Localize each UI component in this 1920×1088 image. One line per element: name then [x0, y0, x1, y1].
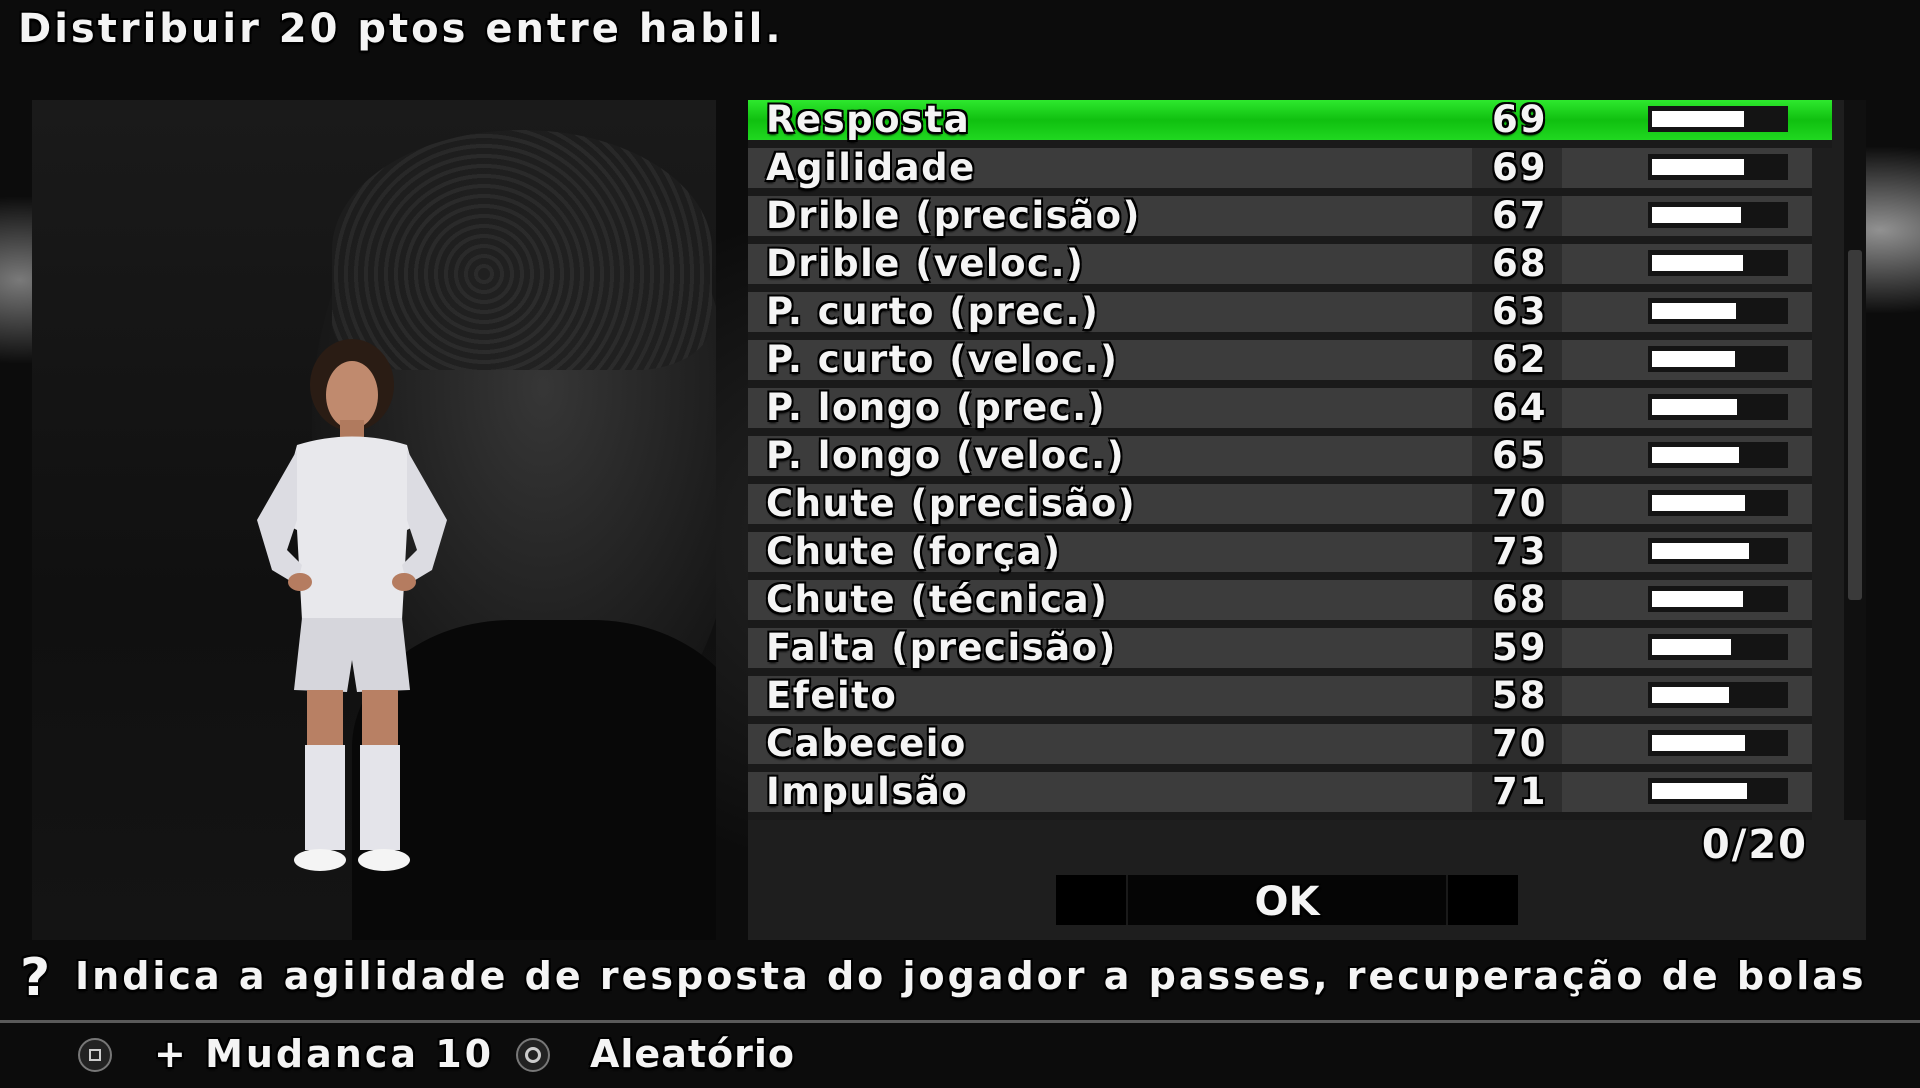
stat-bar-fill [1652, 495, 1745, 511]
stat-bar [1648, 730, 1788, 756]
stat-label: P. longo (veloc.) [766, 434, 1126, 477]
player-portrait-panel [32, 100, 716, 940]
stat-bar-fill [1652, 159, 1744, 175]
stat-value: 70 [1492, 482, 1548, 525]
stat-row[interactable]: Drible (veloc.) 68 [748, 242, 1812, 292]
stat-label: Agilidade [766, 146, 976, 189]
stat-bar-fill [1652, 735, 1745, 751]
stat-value: 68 [1492, 242, 1548, 285]
stat-label: Chute (técnica) [766, 578, 1109, 621]
circle-button-icon[interactable] [516, 1038, 550, 1072]
stat-bar [1648, 394, 1788, 420]
stat-row[interactable]: Drible (precisão) 67 [748, 194, 1812, 244]
stat-row[interactable]: Cabeceio 70 [748, 722, 1812, 772]
stat-bar-fill [1652, 255, 1743, 271]
stat-row[interactable]: Efeito 58 [748, 674, 1812, 724]
stats-list: Resposta 69 Agilidade 69 Drible (precisão) 67… [748, 100, 1844, 820]
stat-value: 58 [1492, 674, 1548, 717]
stat-row[interactable]: Impulsão 71 [748, 770, 1812, 820]
stat-row[interactable]: P. curto (veloc.) 62 [748, 338, 1812, 388]
stat-label: Falta (precisão) [766, 626, 1117, 669]
stat-bar [1648, 490, 1788, 516]
stat-bar-fill [1652, 351, 1735, 367]
stat-bar-fill [1652, 207, 1741, 223]
help-text: Indica a agilidade de resposta do jogado… [75, 954, 1880, 998]
controls-footer: + Mudanca 10 Aleatório [0, 1028, 1920, 1088]
stat-label: Drible (veloc.) [766, 242, 1085, 285]
stat-bar-fill [1652, 447, 1739, 463]
stat-bar-fill [1652, 399, 1737, 415]
stat-row[interactable]: Chute (força) 73 [748, 530, 1812, 580]
stat-row[interactable]: Chute (técnica) 68 [748, 578, 1812, 628]
stat-label: Efeito [766, 674, 898, 717]
stat-label: P. longo (prec.) [766, 386, 1107, 429]
stat-bar-fill [1652, 687, 1729, 703]
random-label: Aleatório [590, 1032, 795, 1076]
stat-label: Chute (precisão) [766, 482, 1137, 525]
stat-label: Chute (força) [766, 530, 1062, 573]
stat-row[interactable]: Falta (precisão) 59 [748, 626, 1812, 676]
stat-bar-fill [1652, 111, 1744, 127]
stat-bar [1648, 202, 1788, 228]
ok-button[interactable]: OK [1056, 875, 1518, 925]
scrollbar-thumb[interactable] [1848, 250, 1862, 600]
stat-row[interactable]: Resposta 69 [748, 100, 1832, 148]
stat-bar-fill [1652, 639, 1731, 655]
stat-bar [1648, 154, 1788, 180]
stat-label: Impulsão [766, 770, 969, 813]
stat-bar [1648, 682, 1788, 708]
stat-label: P. curto (prec.) [766, 290, 1100, 333]
stat-label: Drible (precisão) [766, 194, 1141, 237]
stats-scrollbar[interactable] [1844, 100, 1866, 820]
stat-value: 71 [1492, 770, 1548, 813]
stat-value: 64 [1492, 386, 1548, 429]
stat-value: 69 [1492, 100, 1548, 141]
question-mark-icon: ? [20, 948, 51, 1008]
stat-row[interactable]: Chute (precisão) 70 [748, 482, 1812, 532]
stat-bar-fill [1652, 591, 1743, 607]
stat-row[interactable]: P. longo (prec.) 64 [748, 386, 1812, 436]
stat-bar [1648, 250, 1788, 276]
stat-value: 69 [1492, 146, 1548, 189]
points-counter: 0/20 [1701, 822, 1808, 868]
stat-row[interactable]: P. curto (prec.) 63 [748, 290, 1812, 340]
stat-bar [1648, 298, 1788, 324]
footer-divider [0, 1020, 1920, 1023]
change-label: + Mudanca 10 [154, 1032, 495, 1076]
stat-row[interactable]: Agilidade 69 [748, 146, 1812, 196]
stat-bar [1648, 586, 1788, 612]
stat-value: 63 [1492, 290, 1548, 333]
page-title: Distribuir 20 ptos entre habil. [18, 6, 784, 52]
stat-value: 68 [1492, 578, 1548, 621]
player-model-image [257, 339, 447, 871]
edit-player-screen: Distribuir 20 ptos entre habil. Resposta… [0, 0, 1920, 1088]
stat-label: Cabeceio [766, 722, 967, 765]
ok-button-label: OK [1254, 879, 1320, 925]
stat-bar-fill [1652, 543, 1749, 559]
stat-value: 62 [1492, 338, 1548, 381]
help-line: ? Indica a agilidade de resposta do joga… [20, 948, 1880, 1018]
stat-label: P. curto (veloc.) [766, 338, 1119, 381]
stat-bar [1648, 346, 1788, 372]
stat-row[interactable]: P. longo (veloc.) 65 [748, 434, 1812, 484]
stats-panel: Resposta 69 Agilidade 69 Drible (precisão) 67… [748, 100, 1866, 940]
stat-bar [1648, 778, 1788, 804]
stat-bar [1648, 634, 1788, 660]
stat-label: Resposta [766, 100, 971, 141]
stat-value: 59 [1492, 626, 1548, 669]
stat-bar [1648, 538, 1788, 564]
square-button-icon[interactable] [78, 1038, 112, 1072]
stat-value: 67 [1492, 194, 1548, 237]
stat-bar-fill [1652, 783, 1747, 799]
stat-value: 65 [1492, 434, 1548, 477]
stat-value: 70 [1492, 722, 1548, 765]
stat-bar [1648, 442, 1788, 468]
stat-bar-fill [1652, 303, 1736, 319]
stat-value: 73 [1492, 530, 1548, 573]
stat-bar [1648, 106, 1788, 132]
